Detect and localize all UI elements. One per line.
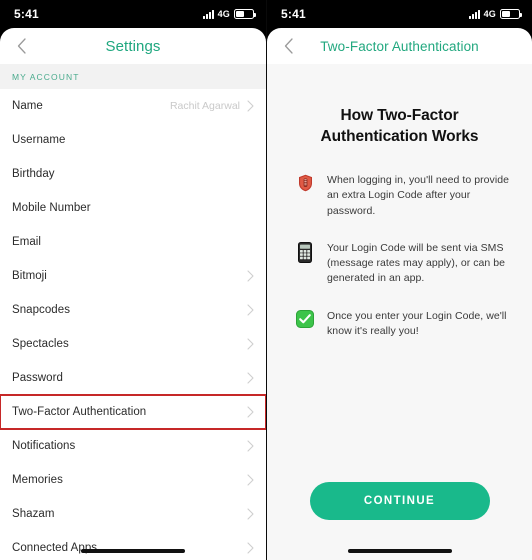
chevron-right-icon [246, 270, 254, 282]
right-status-bar: 5:41 4G [267, 0, 532, 28]
list-item-text: Once you enter your Login Code, we'll kn… [327, 309, 507, 337]
settings-row-memories[interactable]: Memories [0, 463, 266, 497]
signal-bars-icon [468, 9, 480, 19]
status-bar-time: 5:41 [14, 7, 39, 21]
signal-bars-icon [202, 9, 214, 19]
list-item: When logging in, you'll need to provide … [295, 173, 510, 219]
dual-phone-screenshot: 5:41 4G Settings MY ACCOUNT Name Rachit … [0, 0, 532, 560]
settings-row-notifications[interactable]: Notifications [0, 429, 266, 463]
chevron-right-icon [246, 508, 254, 520]
chevron-right-icon [246, 100, 254, 112]
row-label: Spectacles [12, 338, 69, 350]
page-title: Two-Factor Authentication [320, 38, 479, 54]
row-label: Memories [12, 474, 63, 486]
settings-row-birthday[interactable]: Birthday [0, 157, 266, 191]
status-bar-indicators: 4G [468, 9, 522, 19]
settings-row-name[interactable]: Name Rachit Agarwal [0, 89, 266, 123]
settings-row-snapcodes[interactable]: Snapcodes [0, 293, 266, 327]
left-phone-settings-screen: 5:41 4G Settings MY ACCOUNT Name Rachit … [0, 0, 266, 560]
settings-row-connected-apps[interactable]: Connected Apps [0, 531, 266, 560]
continue-button[interactable]: CONTINUE [309, 482, 490, 520]
two-factor-info-body: How Two-Factor Authentication Works When… [267, 64, 532, 560]
row-label: Username [12, 134, 66, 146]
page-title: Settings [105, 37, 161, 55]
left-status-bar: 5:41 4G [0, 0, 266, 28]
right-navbar: Two-Factor Authentication [267, 28, 532, 64]
row-label: Snapcodes [12, 304, 70, 316]
left-navbar: Settings [0, 28, 266, 64]
chevron-right-icon [246, 338, 254, 350]
settings-row-password[interactable]: Password [0, 361, 266, 395]
chevron-right-icon [246, 372, 254, 384]
battery-icon [500, 9, 522, 19]
flex-spacer [267, 339, 532, 482]
two-factor-points-list: When logging in, you'll need to provide … [267, 173, 532, 339]
right-phone-two-factor-screen: 5:41 4G Two-Factor Authentication How Tw… [266, 0, 532, 560]
home-indicator [347, 549, 452, 553]
row-label: Email [12, 236, 42, 248]
row-label: Bitmoji [12, 270, 47, 282]
row-label: Birthday [12, 168, 55, 180]
chevron-right-icon [246, 440, 254, 452]
network-type-label: 4G [217, 9, 230, 19]
status-bar-time: 5:41 [281, 7, 306, 21]
shield-icon [295, 173, 315, 192]
settings-row-two-factor-authentication[interactable]: Two-Factor Authentication [0, 394, 266, 430]
row-label: Password [12, 372, 63, 384]
settings-row-spectacles[interactable]: Spectacles [0, 327, 266, 361]
row-value: Rachit Agarwal [169, 100, 240, 112]
row-label: Two-Factor Authentication [12, 406, 147, 418]
battery-icon [234, 9, 256, 19]
mobile-phone-icon [295, 241, 315, 263]
chevron-right-icon [246, 304, 254, 316]
list-item-text: When logging in, you'll need to provide … [327, 174, 509, 217]
row-label: Shazam [12, 508, 55, 520]
settings-row-mobile-number[interactable]: Mobile Number [0, 191, 266, 225]
settings-row-bitmoji[interactable]: Bitmoji [0, 259, 266, 293]
list-item: Once you enter your Login Code, we'll kn… [295, 309, 510, 339]
settings-row-username[interactable]: Username [0, 123, 266, 157]
top-spacer [267, 64, 532, 106]
chevron-right-icon [246, 406, 254, 418]
section-header-my-account: MY ACCOUNT [0, 64, 266, 89]
chevron-left-icon[interactable] [277, 35, 299, 57]
settings-row-email[interactable]: Email [0, 225, 266, 259]
green-check-icon [295, 309, 315, 328]
home-indicator [81, 549, 185, 553]
two-factor-heading: How Two-Factor Authentication Works [320, 107, 479, 145]
chevron-right-icon [246, 474, 254, 486]
list-item: Your Login Code will be sent via SMS (me… [295, 241, 510, 287]
chevron-right-icon [246, 542, 254, 554]
row-label: Mobile Number [12, 202, 91, 214]
row-label: Name [12, 100, 43, 112]
network-type-label: 4G [483, 9, 496, 19]
status-bar-indicators: 4G [202, 9, 256, 19]
settings-row-shazam[interactable]: Shazam [0, 497, 266, 531]
settings-list: MY ACCOUNT Name Rachit Agarwal Username … [0, 64, 266, 560]
chevron-left-icon[interactable] [10, 35, 32, 57]
row-label: Notifications [12, 440, 76, 452]
list-item-text: Your Login Code will be sent via SMS (me… [327, 241, 506, 285]
